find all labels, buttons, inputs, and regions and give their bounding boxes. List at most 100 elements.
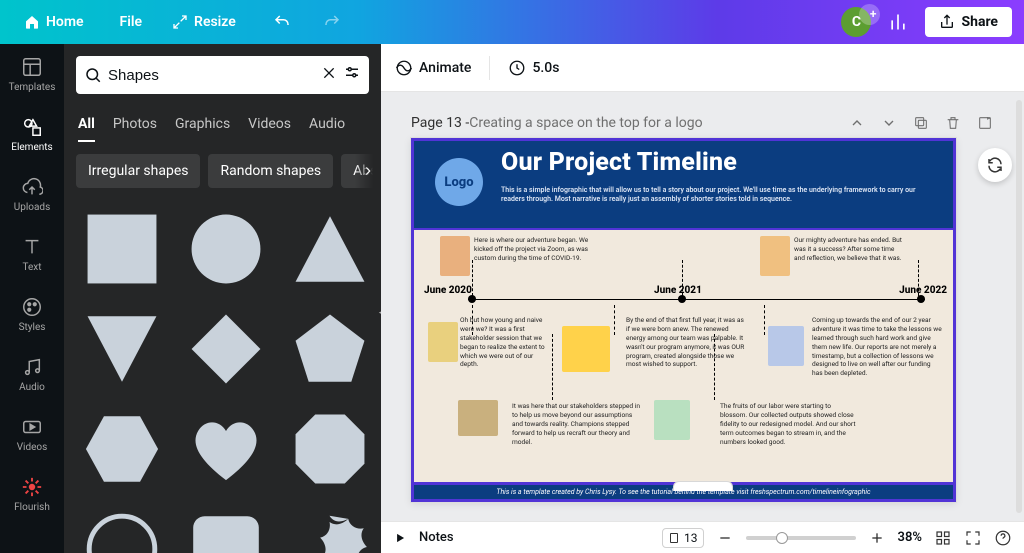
shape-seal[interactable] [284, 504, 376, 553]
notes-button[interactable]: Notes [419, 530, 454, 545]
canvas-logo-placeholder[interactable]: Logo [435, 158, 483, 206]
connector[interactable] [472, 260, 473, 296]
zoom-in-button[interactable] [868, 529, 886, 547]
canvas-illustration[interactable] [428, 322, 458, 362]
chip-random[interactable]: Random shapes [208, 154, 333, 188]
shape-square[interactable] [76, 204, 168, 294]
timeline-label-2[interactable]: June 2021 [654, 285, 702, 296]
rail-audio[interactable]: Audio [0, 344, 64, 404]
timeline-line[interactable] [468, 299, 925, 300]
rail-videos[interactable]: Videos [0, 404, 64, 464]
duplicate-page-button[interactable] [912, 114, 930, 132]
rail-uploads[interactable]: Uploads [0, 164, 64, 224]
canvas-illustration[interactable] [654, 400, 690, 440]
regenerate-button[interactable] [978, 148, 1012, 182]
tab-videos[interactable]: Videos [248, 108, 291, 142]
vertical-scrollbar[interactable] [1016, 100, 1022, 513]
delete-page-button[interactable] [944, 114, 962, 132]
tab-audio[interactable]: Audio [309, 108, 345, 142]
chips-scroll-right[interactable] [355, 142, 381, 200]
help-button[interactable] [994, 529, 1012, 547]
page-title-editable[interactable]: Creating a space on the top for a logo [469, 115, 702, 131]
redo-button[interactable] [318, 8, 346, 36]
tab-photos[interactable]: Photos [113, 108, 157, 142]
page-down-button[interactable] [880, 114, 898, 132]
resize-menu[interactable]: Resize [162, 8, 246, 36]
zoom-out-button[interactable] [716, 529, 734, 547]
canvas-blurb-4[interactable]: By the end of that first full year, it w… [626, 316, 746, 369]
shape-triangle[interactable] [284, 204, 376, 294]
tab-graphics[interactable]: Graphics [175, 108, 230, 142]
undo-button[interactable] [268, 8, 296, 36]
canvas-subtitle-text[interactable]: This is a simple infographic that will a… [501, 186, 936, 205]
filter-button[interactable] [343, 64, 361, 86]
insights-button[interactable] [881, 5, 915, 39]
page-indicator[interactable]: 13 [662, 528, 704, 548]
timeline-node-1[interactable] [468, 295, 476, 303]
canvas-body-band[interactable]: June 2020 June 2021 June 2022 [411, 228, 956, 485]
fullscreen-button[interactable] [964, 529, 982, 547]
user-avatar[interactable]: C + [841, 7, 871, 37]
share-icon [939, 14, 955, 30]
shape-rounded-square[interactable] [180, 504, 272, 553]
shape-heart[interactable] [180, 404, 272, 494]
connector[interactable] [764, 305, 765, 335]
shape-triangle-down[interactable] [76, 304, 168, 394]
rail-flourish[interactable]: Flourish [0, 464, 64, 524]
editor-toolbar: Animate 5.0s [381, 44, 1024, 92]
canvas-blurb-2[interactable]: Oh but how young and naive were we? It w… [460, 316, 546, 369]
canvas-title-text[interactable]: Our Project Timeline [501, 148, 737, 177]
canvas-blurb-7[interactable]: Coming up towards the end of our 2 year … [812, 316, 942, 378]
page-number: 13 [684, 531, 698, 545]
connector[interactable] [552, 334, 553, 400]
timeline-label-3[interactable]: June 2022 [899, 285, 947, 296]
timeline-label-1[interactable]: June 2020 [424, 285, 472, 296]
rail-elements[interactable]: Elements [0, 104, 64, 164]
bottom-drawer-handle[interactable] [673, 481, 733, 491]
shape-hexagon[interactable] [76, 404, 168, 494]
canvas-blurb-3[interactable]: It was here that our stakeholders steppe… [512, 402, 642, 446]
canvas-illustration[interactable] [562, 326, 610, 372]
rail-text[interactable]: Text [0, 224, 64, 284]
canvas-blurb-1[interactable]: Here is where our adventure began. We ki… [474, 236, 594, 263]
canvas-page[interactable]: Logo Our Project Timeline This is a simp… [411, 138, 956, 502]
panel-tabs: All Photos Graphics Videos Audio [64, 102, 381, 142]
shape-pentagon[interactable] [284, 304, 376, 394]
zoom-slider[interactable] [746, 536, 856, 540]
clear-search-button[interactable] [321, 65, 337, 85]
canvas-illustration[interactable] [760, 236, 790, 276]
zoom-slider-knob[interactable] [776, 532, 788, 544]
connector[interactable] [682, 260, 683, 296]
search-icon [84, 66, 102, 84]
share-button[interactable]: Share [925, 7, 1012, 37]
timeline-node-2[interactable] [678, 295, 686, 303]
shape-ring[interactable] [76, 504, 168, 553]
canvas-blurb-5[interactable]: The fruits of our labor were starting to… [720, 402, 856, 446]
grid-view-button[interactable] [934, 529, 952, 547]
search-input[interactable] [108, 67, 315, 84]
shape-circle[interactable] [180, 204, 272, 294]
canvas-illustration[interactable] [440, 236, 470, 276]
shape-diamond[interactable] [180, 304, 272, 394]
file-menu[interactable]: File [110, 8, 153, 36]
home-button[interactable]: Home [14, 8, 94, 36]
connector[interactable] [614, 305, 615, 335]
animate-button[interactable]: Animate [395, 59, 471, 77]
animate-label: Animate [419, 60, 471, 76]
rail-styles[interactable]: Styles [0, 284, 64, 344]
canvas-blurb-6[interactable]: Our mighty adventure has ended. But was … [794, 236, 904, 263]
duration-button[interactable]: 5.0s [508, 59, 559, 77]
add-page-button[interactable] [976, 114, 994, 132]
zoom-percent[interactable]: 38% [898, 530, 922, 545]
topbar-left: Home File Resize [0, 8, 346, 36]
canvas-illustration[interactable] [768, 326, 804, 366]
connector[interactable] [918, 260, 919, 296]
shape-octagon[interactable] [284, 404, 376, 494]
chip-irregular[interactable]: Irregular shapes [76, 154, 200, 188]
tab-all[interactable]: All [78, 108, 95, 142]
page-up-button[interactable] [848, 114, 866, 132]
timeline-node-3[interactable] [917, 295, 925, 303]
clock-icon [508, 59, 526, 77]
rail-templates[interactable]: Templates [0, 44, 64, 104]
canvas-illustration[interactable] [458, 400, 498, 436]
